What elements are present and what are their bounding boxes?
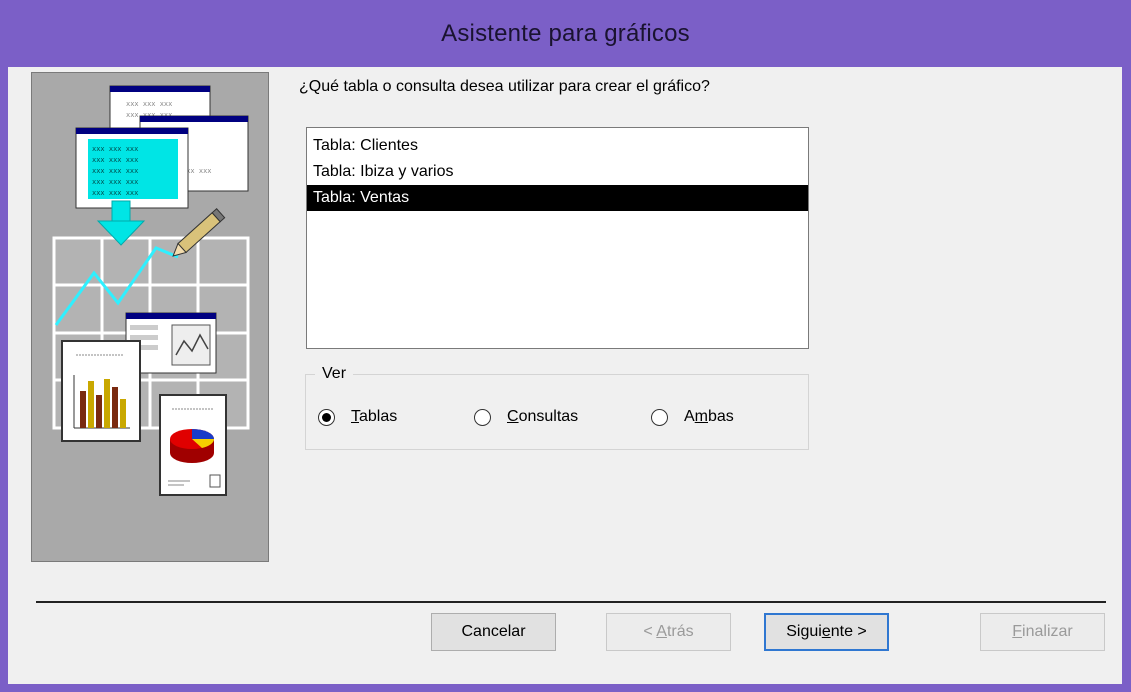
radio-consultas-label: Consultas (507, 408, 578, 426)
accelerator-key: C (507, 408, 519, 425)
label-rest: ablas (359, 408, 398, 425)
radio-unchecked-icon[interactable] (474, 408, 491, 426)
radio-checked-icon[interactable] (318, 408, 335, 426)
radio-tablas-label: Tablas (351, 408, 397, 426)
next-button-label: Siguiente > (786, 623, 867, 641)
back-button[interactable]: < Atrás (606, 613, 731, 651)
accelerator-key: A (656, 623, 667, 640)
accelerator-key: T (351, 408, 359, 425)
label-pre: Sigui (786, 623, 822, 640)
finish-button[interactable]: Finalizar (980, 613, 1105, 651)
bar-chart-page-icon (61, 340, 141, 442)
radio-ambas-label: Ambas (684, 408, 734, 426)
chart-wizard-window: Asistente para gráficos xxx xxx xxx xxx … (0, 0, 1131, 692)
window-title: Asistente para gráficos (441, 19, 690, 47)
chart-wizard-illustration: xxx xxx xxx xxx xxx xxx xxx xxx xxx xxx … (52, 85, 250, 496)
list-item[interactable]: Tabla: Ibiza y varios (307, 159, 808, 185)
view-groupbox: Ver Tablas Consultas Ambas (305, 365, 809, 450)
list-item[interactable]: Tabla: Clientes (307, 133, 808, 159)
button-separator (36, 601, 1106, 603)
svg-text:xxx xxx xxx: xxx xxx xxx (92, 189, 138, 197)
cancel-button-label: Cancelar (461, 623, 526, 640)
radio-tablas[interactable]: Tablas (318, 408, 397, 426)
label-rest: nte > (830, 623, 867, 640)
svg-text:xxx xxx xxx: xxx xxx xxx (126, 100, 172, 108)
wizard-illustration: xxx xxx xxx xxx xxx xxx xxx xxx xxx xxx … (31, 72, 269, 562)
label-pre: A (684, 408, 695, 425)
next-button[interactable]: Siguiente > (764, 613, 889, 651)
svg-text:xxx xxx xxx: xxx xxx xxx (92, 145, 138, 153)
radio-consultas[interactable]: Consultas (474, 408, 578, 426)
label-rest: onsultas (518, 408, 579, 425)
table-query-listbox[interactable]: Tabla: Clientes Tabla: Ibiza y varios Ta… (306, 127, 809, 349)
label-rest: inalizar (1022, 623, 1073, 640)
accelerator-key: m (694, 408, 708, 425)
finish-button-label: Finalizar (1012, 623, 1072, 641)
label-rest: trás (666, 623, 694, 640)
label-rest: bas (708, 408, 734, 425)
label-pre: < (643, 623, 657, 640)
dialog-body: xxx xxx xxx xxx xxx xxx xxx xxx xxx xxx … (8, 67, 1122, 684)
radio-ambas[interactable]: Ambas (651, 408, 734, 426)
accelerator-key: e (821, 623, 831, 640)
svg-text:xxx xxx xxx: xxx xxx xxx (92, 167, 138, 175)
list-item-selected[interactable]: Tabla: Ventas (307, 185, 808, 211)
pie-chart-page-icon (159, 394, 227, 496)
svg-text:xxx xxx xxx: xxx xxx xxx (92, 156, 138, 164)
accelerator-key: F (1012, 623, 1023, 640)
table-window-front-icon: xxx xxx xxx xxx xxx xxx xxx xxx xxx xxx … (75, 127, 189, 209)
view-group-legend: Ver (315, 365, 354, 383)
back-button-label: < Atrás (643, 623, 693, 641)
title-bar[interactable]: Asistente para gráficos (0, 0, 1131, 67)
radio-unchecked-icon[interactable] (651, 408, 668, 426)
question-label: ¿Qué tabla o consulta desea utilizar par… (299, 78, 710, 95)
cancel-button[interactable]: Cancelar (431, 613, 556, 651)
svg-text:xxx xxx xxx: xxx xxx xxx (92, 178, 138, 186)
